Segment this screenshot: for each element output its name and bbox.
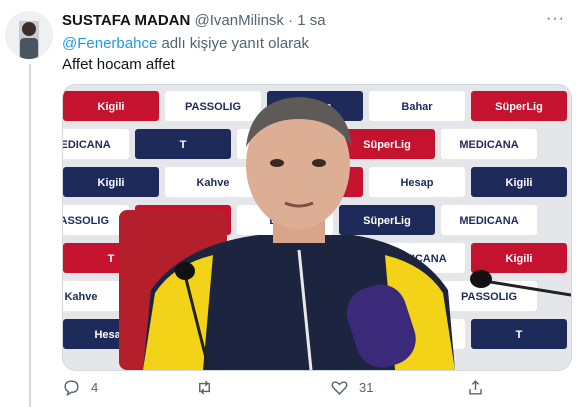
sponsor-board-label: Kahve bbox=[196, 177, 229, 189]
reply-count: 4 bbox=[91, 380, 99, 395]
tweet-time[interactable]: 1 sa bbox=[297, 12, 325, 29]
sponsor-board-label: SüperLig bbox=[363, 139, 411, 151]
reply-mention-link[interactable]: @Fenerbahce bbox=[62, 35, 157, 52]
like-action[interactable]: 31 bbox=[330, 378, 373, 397]
avatar-image bbox=[5, 11, 53, 59]
sponsor-board-label: PASSOLIG bbox=[461, 291, 517, 303]
microphone-left bbox=[175, 262, 195, 280]
sponsor-board-label: PASSOLIG bbox=[63, 215, 109, 227]
sponsor-board-label: Hesap bbox=[400, 177, 433, 189]
share-action[interactable] bbox=[466, 378, 495, 397]
sponsor-board-label: Kigili bbox=[506, 253, 533, 265]
retweet-action[interactable] bbox=[195, 378, 224, 397]
reply-context-text: adlı kişiye yanıt olarak bbox=[157, 35, 310, 52]
sponsor-board-label: T bbox=[180, 139, 187, 151]
more-options-icon[interactable]: ··· bbox=[546, 10, 565, 28]
sponsor-board-label: MEDICANA bbox=[63, 139, 111, 151]
sponsor-board-label: SüperLig bbox=[363, 215, 411, 227]
tweet-photo[interactable]: Kigili PASSOLIG Hesap Bahar SüperLig MEDICANA… bbox=[62, 84, 572, 371]
tweet-actions: 4 31 bbox=[62, 378, 502, 402]
reply-icon bbox=[64, 380, 79, 397]
sponsor-board-label: SüperLig bbox=[495, 101, 543, 113]
thread-line bbox=[29, 64, 31, 407]
microphone-right bbox=[470, 270, 492, 288]
author-handle[interactable]: @IvanMilinsk bbox=[195, 12, 284, 29]
reply-context: @Fenerbahce adlı kişiye yanıt olarak bbox=[62, 35, 309, 52]
sponsor-board-label: T bbox=[108, 253, 115, 265]
retweet-icon bbox=[199, 380, 210, 395]
tweet-text: Affet hocam affet bbox=[62, 56, 175, 73]
tweet-header: SUSTAFA MADAN @IvanMilinsk · 1 sa bbox=[62, 12, 549, 29]
sponsor-board-label: Kigili bbox=[98, 101, 125, 113]
sponsor-board-label: Bahar bbox=[401, 101, 433, 113]
press-conference-photo: Kigili PASSOLIG Hesap Bahar SüperLig MEDICANA… bbox=[63, 85, 571, 370]
sponsor-board-label: MEDICANA bbox=[459, 215, 518, 227]
heart-icon bbox=[331, 381, 348, 395]
sponsor-board-label: Kigili bbox=[98, 177, 125, 189]
sponsor-board-label: MEDICANA bbox=[459, 139, 518, 151]
separator-dot: · bbox=[288, 12, 294, 29]
like-count: 31 bbox=[359, 380, 374, 395]
avatar[interactable] bbox=[5, 11, 53, 59]
sponsor-board-label: Kahve bbox=[64, 291, 97, 303]
sponsor-board-label: PASSOLIG bbox=[185, 101, 241, 113]
sponsor-board-label: T bbox=[516, 329, 523, 341]
reply-action[interactable]: 4 bbox=[62, 378, 98, 397]
share-icon bbox=[469, 380, 482, 395]
author-name[interactable]: SUSTAFA MADAN bbox=[62, 12, 190, 29]
sponsor-board-label: Kigili bbox=[506, 177, 533, 189]
